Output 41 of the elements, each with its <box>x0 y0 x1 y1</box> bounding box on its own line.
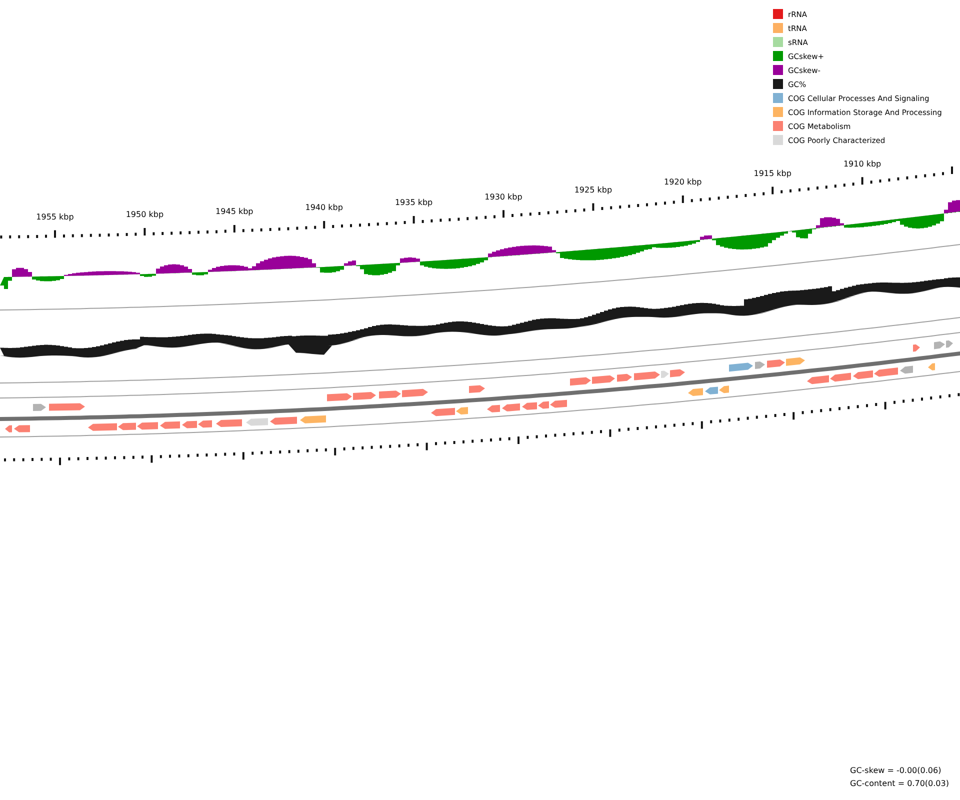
gene-arrow <box>900 366 913 374</box>
gene-arrow <box>928 363 935 370</box>
tick-label: 1910 kbp <box>843 159 882 168</box>
gene-arrow <box>592 375 615 384</box>
gene-arrow <box>246 418 268 426</box>
stat-text: GC-skew = -0.00(0.06) <box>850 766 942 775</box>
gene-arrow <box>729 362 753 372</box>
tick-label: 1935 kbp <box>394 198 433 208</box>
gene-arrow <box>402 388 428 398</box>
gene-arrow <box>830 372 851 382</box>
gene-arrow <box>33 404 46 411</box>
tick-label: 1920 kbp <box>664 178 702 187</box>
gene-arrow <box>913 344 920 352</box>
gene-arrow <box>216 419 242 427</box>
stat-text: GC-content = 0.70(0.03) <box>850 779 949 788</box>
gene-arrow <box>469 385 485 393</box>
gene-arrow <box>160 421 180 429</box>
gene-arrow <box>767 360 785 368</box>
gene-arrow <box>755 362 765 369</box>
tick-label: 1930 kbp <box>484 192 522 202</box>
tick-label: 1945 kbp <box>216 207 254 216</box>
gene-arrow <box>874 368 898 377</box>
gene-arrow <box>5 425 12 432</box>
gene-arrow <box>270 416 297 425</box>
gene-arrow <box>688 388 703 396</box>
gene-arrow <box>786 357 805 366</box>
tick-label: 1955 kbp <box>36 212 74 222</box>
gene-arrow <box>49 403 85 411</box>
gene-arrow <box>300 415 326 424</box>
gene-arrow <box>487 404 500 412</box>
gene-arrow <box>617 374 632 382</box>
gene-arrow <box>14 425 30 432</box>
tick-label: 1915 kbp <box>754 168 792 178</box>
gene-arrow <box>853 370 873 380</box>
tick-label: 1925 kbp <box>574 185 612 194</box>
gene-arrow <box>327 393 352 402</box>
gene-arrow <box>807 375 829 384</box>
tick-label: 1940 kbp <box>305 203 343 212</box>
gene-arrow <box>502 403 520 412</box>
gene-arrow <box>570 377 591 386</box>
tick-label: 1950 kbp <box>126 210 164 220</box>
